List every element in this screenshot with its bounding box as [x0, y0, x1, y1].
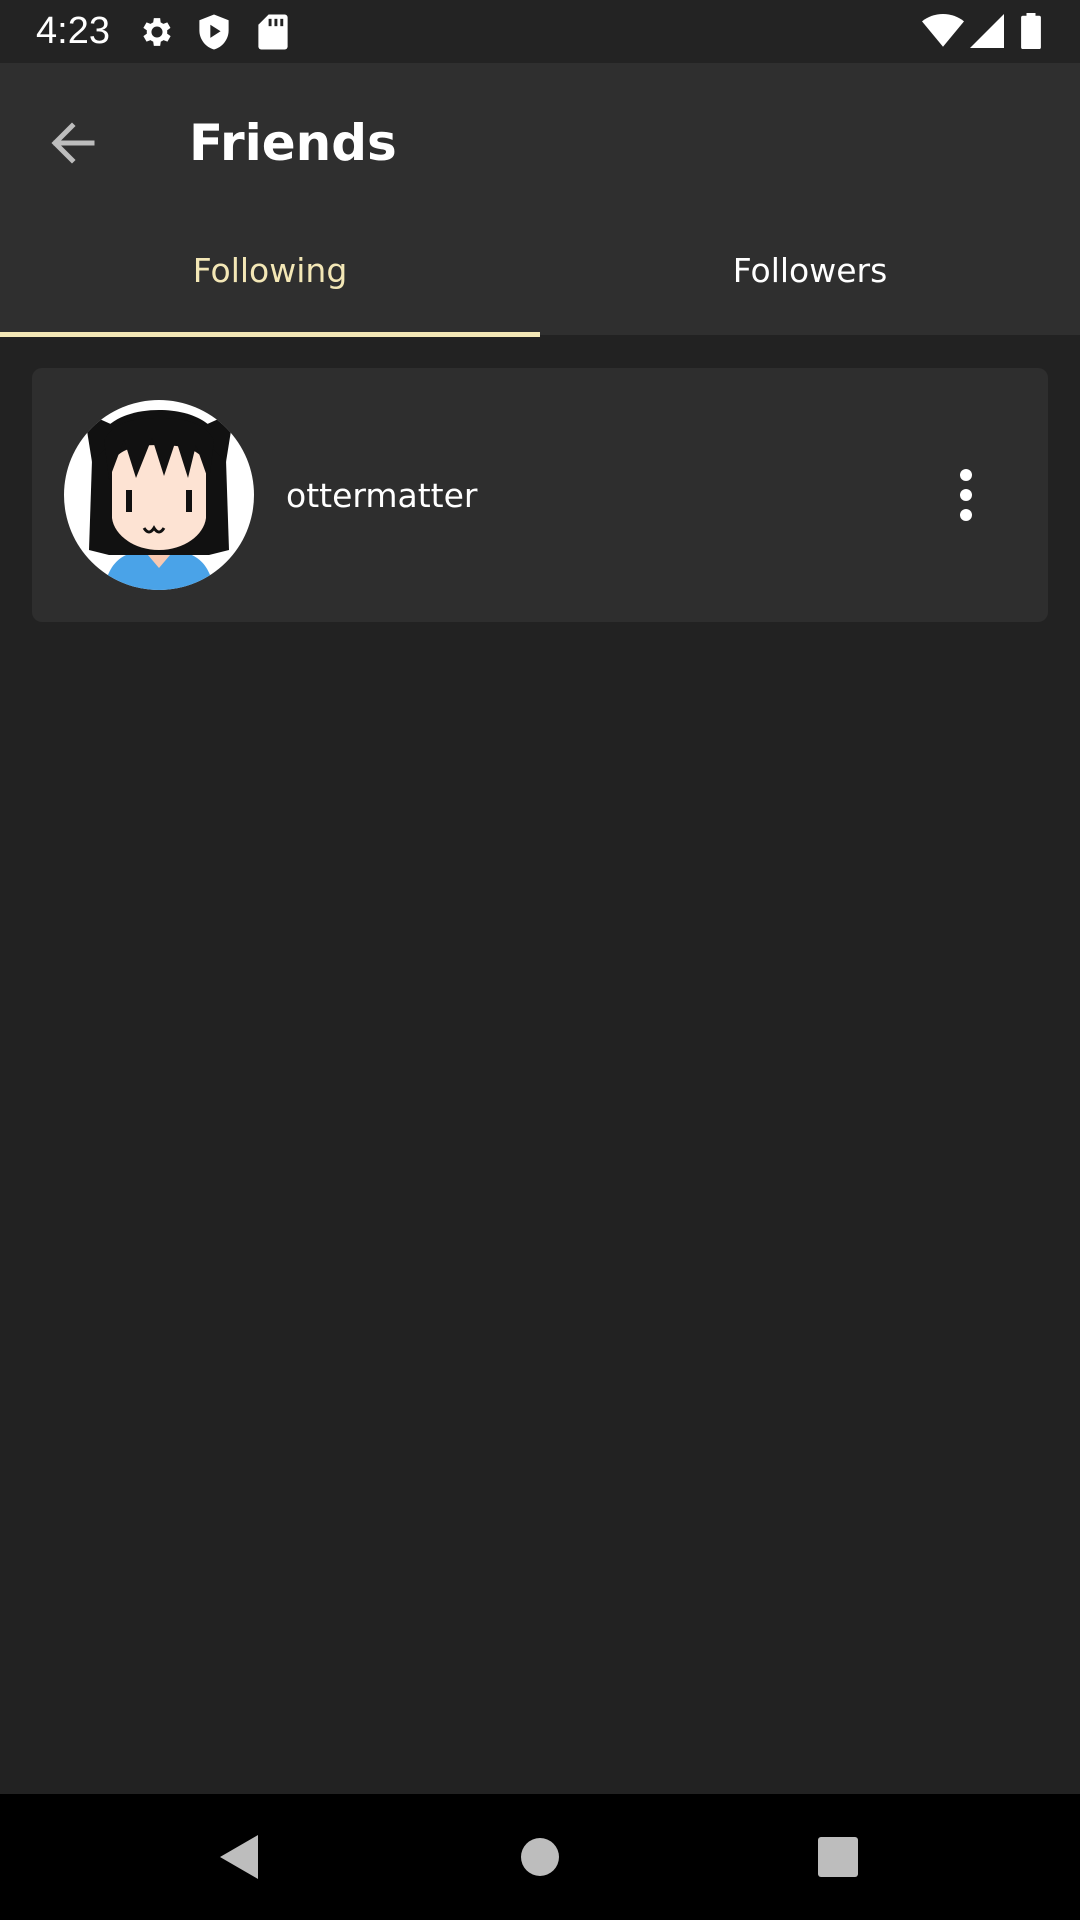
tab-following[interactable]: Following: [0, 205, 540, 337]
system-nav-bar: [0, 1794, 1080, 1920]
tab-indicator: [0, 332, 540, 337]
app-bar: Friends Following Followers: [0, 63, 1080, 337]
nav-home-icon[interactable]: [510, 1827, 570, 1887]
page-title: Friends: [189, 114, 397, 172]
battery-icon: [1021, 13, 1041, 49]
nav-back-icon[interactable]: [208, 1827, 268, 1887]
tab-following-label: Following: [192, 250, 348, 290]
status-bar: 4:23: [0, 0, 1080, 63]
wifi-icon: [922, 14, 964, 47]
back-button[interactable]: [34, 103, 114, 183]
tab-followers-label: Followers: [732, 250, 888, 290]
sd-card-icon: [258, 14, 288, 50]
username: ottermatter: [286, 475, 478, 515]
status-time: 4:23: [36, 10, 110, 52]
arrow-back-icon: [51, 122, 95, 164]
more-options-button[interactable]: [926, 455, 1006, 535]
settings-icon: [143, 18, 171, 46]
tab-bar: Following Followers: [0, 205, 1080, 337]
more-vert-icon: [960, 469, 972, 521]
shield-play-icon: [199, 14, 229, 50]
following-list: ottermatter: [32, 368, 1048, 622]
tab-followers[interactable]: Followers: [540, 205, 1080, 335]
list-item[interactable]: ottermatter: [32, 368, 1048, 622]
avatar[interactable]: [64, 400, 254, 590]
nav-recents-icon[interactable]: [808, 1827, 868, 1887]
anime-girl-avatar: [84, 410, 234, 590]
signal-icon: [970, 14, 1004, 48]
